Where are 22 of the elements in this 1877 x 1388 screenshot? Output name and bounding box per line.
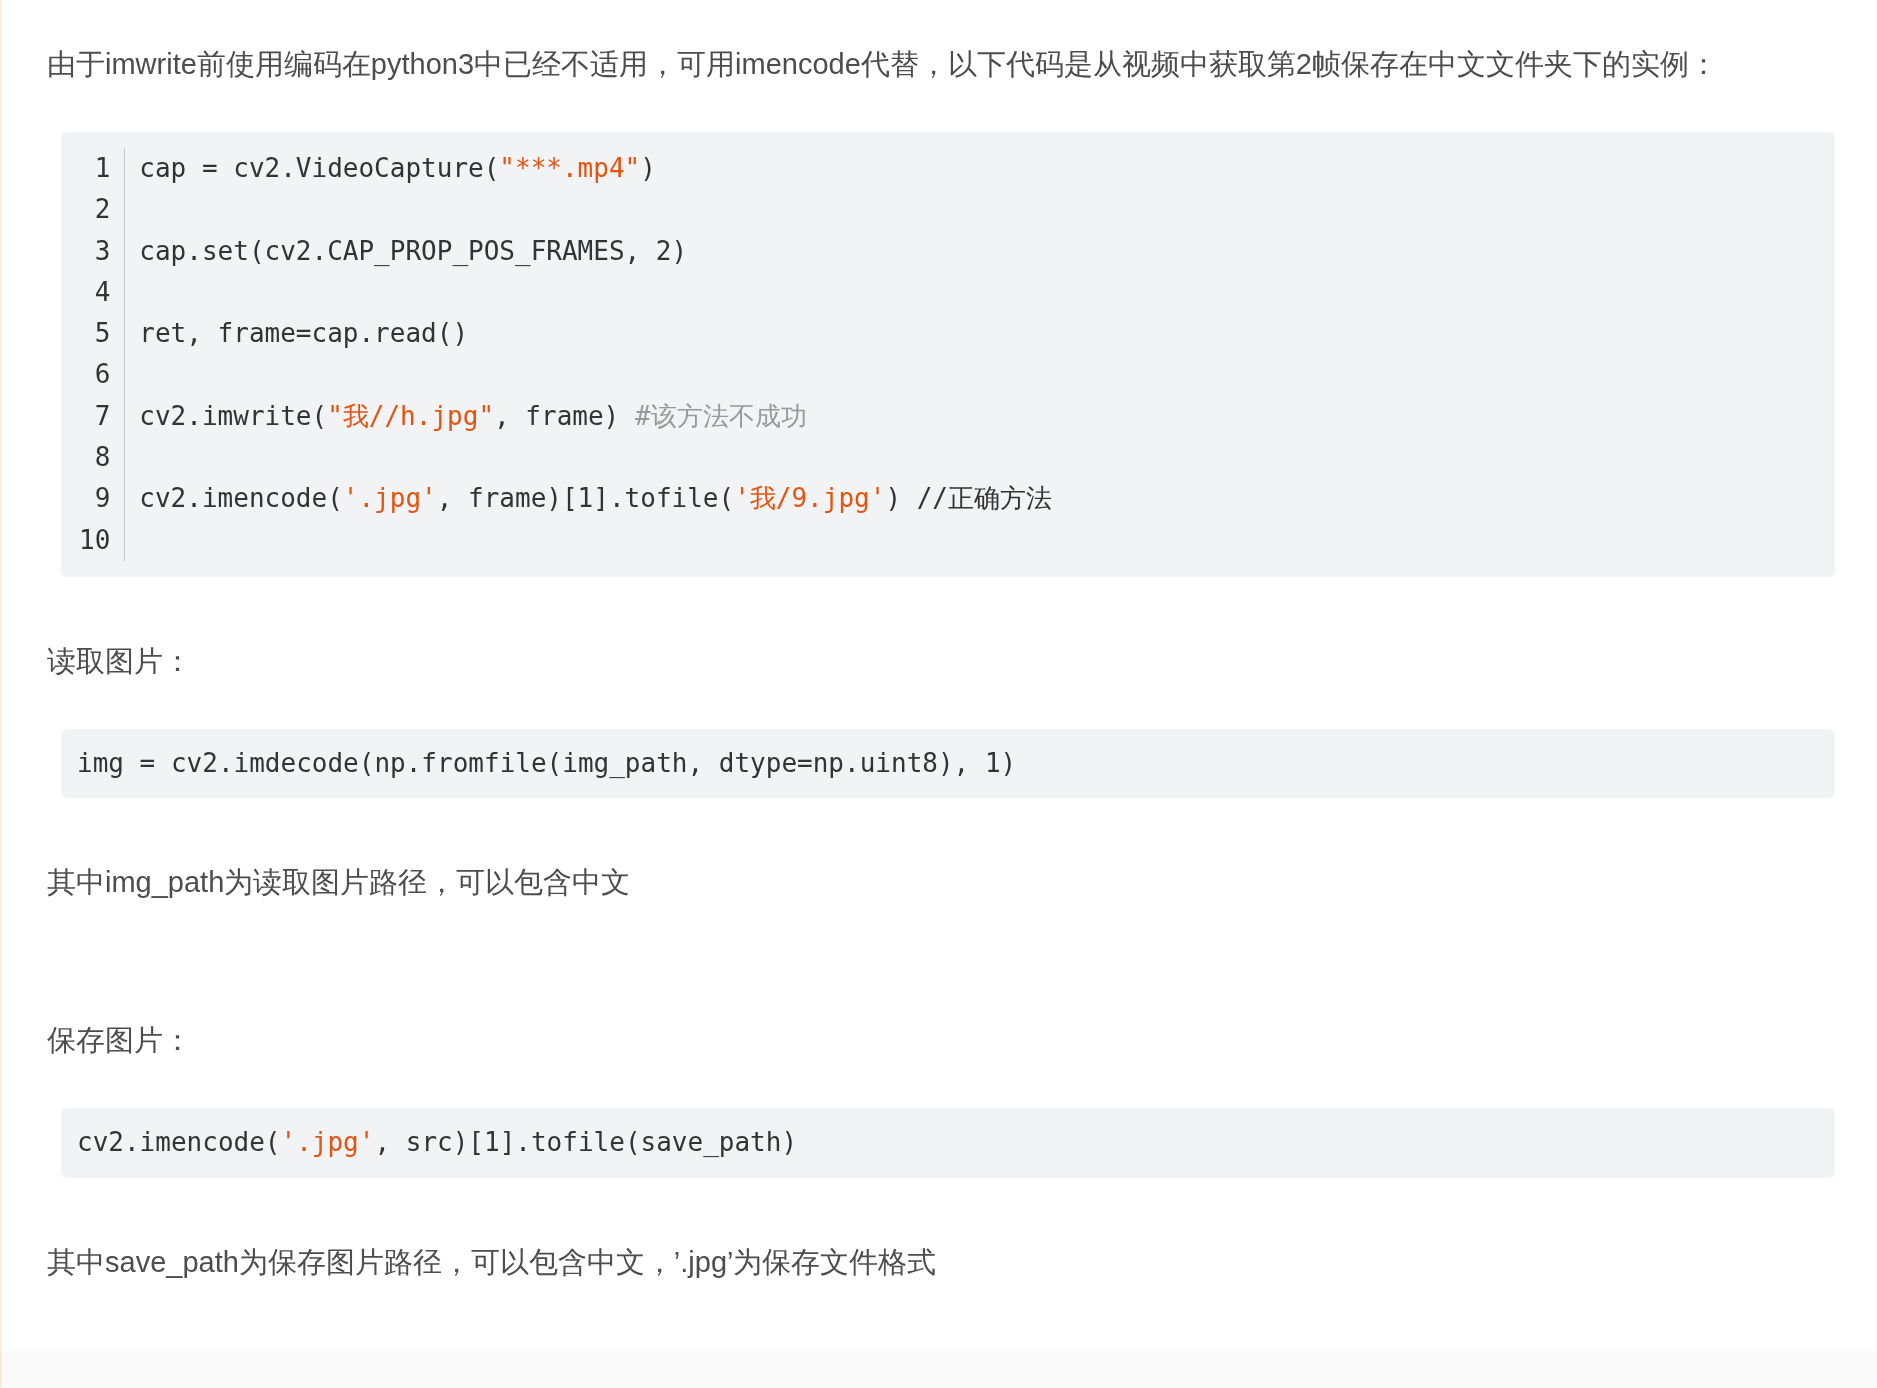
code-line: cv2.imencode('.jpg', src)[1].tofile(save_path) (77, 1126, 798, 1160)
code-line: cap.set(cv2.CAP_PROP_POS_FRAMES, 2) (139, 234, 689, 268)
line-number: 9 (94, 482, 111, 516)
line-number: 7 (94, 399, 111, 433)
code-line: cap = cv2.VideoCapture("***.mp4") (139, 152, 657, 185)
line-number: 5 (94, 317, 111, 351)
line-number: 3 (94, 234, 111, 268)
code-line: img = cv2.imdecode(np.fromfile(img_path, dtype=np.uint8), 1) (77, 746, 1017, 780)
line-number: 1 (94, 152, 111, 185)
code-line: cv2.imwrite("我//h.jpg", frame) #该方法不成功 (139, 399, 808, 433)
line-number: 8 (94, 441, 111, 475)
code-line: ret, frame=cap.read() (139, 317, 470, 351)
code-line: cv2.imencode('.jpg', frame)[1].tofile('我/9.jpg') //正确方法 (139, 482, 1052, 516)
line-number: 6 (94, 358, 111, 392)
line-number: 10 (79, 523, 111, 557)
paragraph: 保存图片： (47, 1023, 193, 1059)
paragraph: 其中save_path为保存图片路径，可以包含中文，’.jpg’为保存文件格式 (47, 1244, 938, 1280)
paragraph: 读取图片： (47, 643, 193, 679)
paragraph: 由于imwrite前使用编码在python3中已经不适用，可用imencode代替，以下代码是从视频中获取第2帧保存在中文文件夹下的实例： (47, 47, 1719, 82)
paragraph: 其中img_path为读取图片路径，可以包含中文 (47, 865, 632, 901)
line-number: 2 (94, 193, 111, 227)
line-number: 4 (94, 275, 111, 309)
